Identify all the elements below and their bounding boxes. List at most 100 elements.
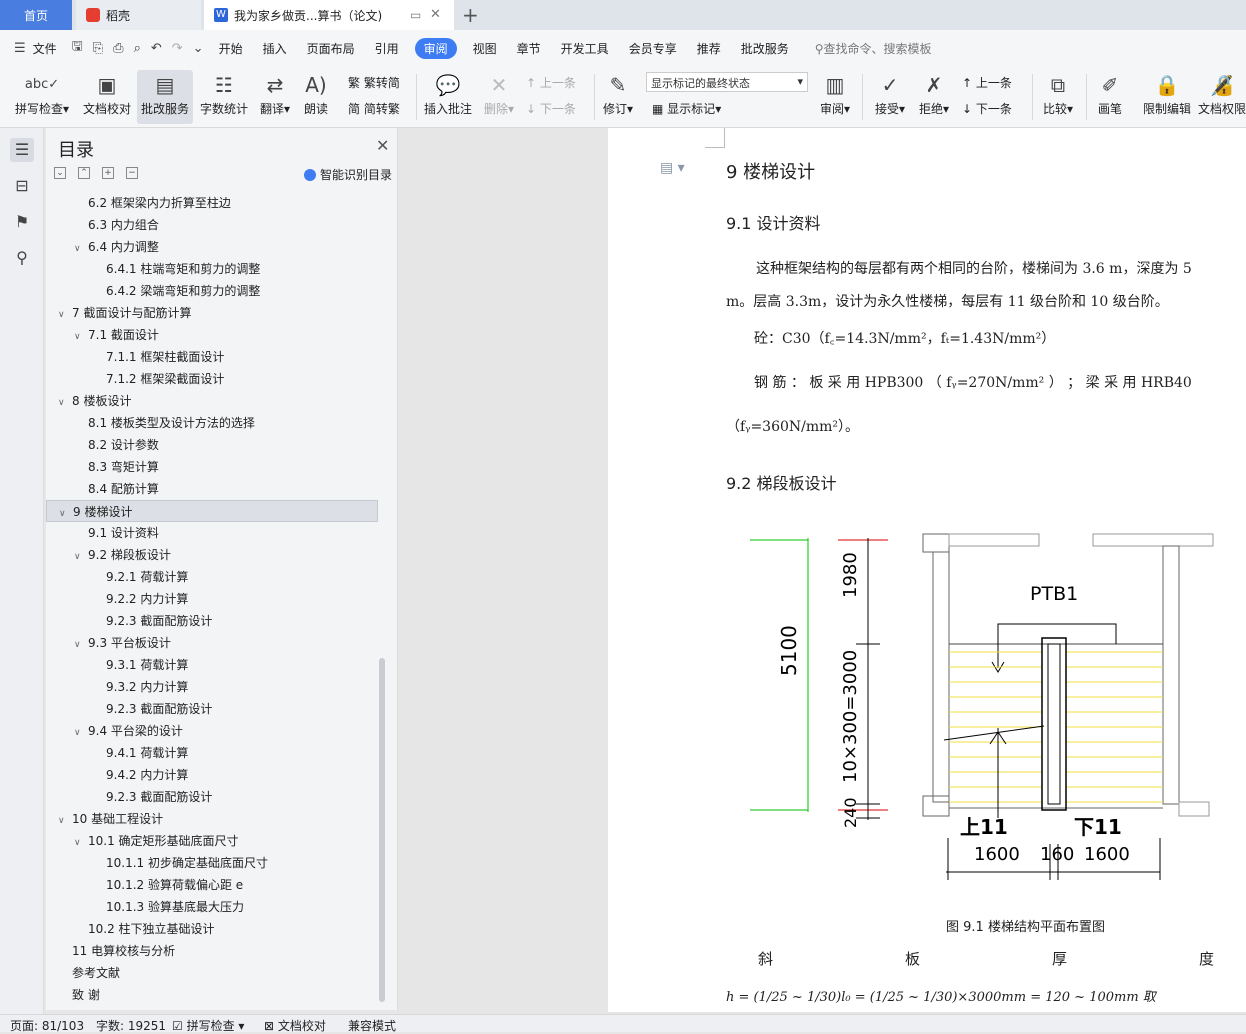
add-heading-icon[interactable]: + — [102, 167, 114, 179]
trad-to-simp-button[interactable]: 繁 繁转简 — [348, 74, 400, 91]
toc-item[interactable]: 11 电算校核与分析 — [46, 940, 378, 962]
chevron-down-icon[interactable]: ∨ — [74, 634, 88, 656]
search-command-input[interactable]: ⚲查找命令、搜索模板 — [799, 40, 942, 57]
toc-item[interactable]: ∨ 9.3 平台板设计 — [46, 632, 378, 654]
toc-item[interactable]: 参考文献 — [46, 962, 378, 984]
smart-toc-button[interactable]: 智能识别目录 — [304, 166, 392, 183]
toc-item[interactable]: ∨ 9.2 梯段板设计 — [46, 544, 378, 566]
show-markup-button[interactable]: ▦ 显示标记▾ — [652, 100, 721, 117]
toc-item[interactable]: ∨ 6.4 内力调整 — [46, 236, 378, 258]
menu-layout[interactable]: 页面布局 — [297, 40, 365, 57]
chevron-down-icon[interactable]: ∨ — [74, 832, 88, 854]
toc-item[interactable]: 8.2 设计参数 — [46, 434, 378, 456]
toc-item[interactable]: 6.3 内力组合 — [46, 214, 378, 236]
toc-item[interactable]: 7.1.1 框架柱截面设计 — [46, 346, 378, 368]
restrict-editing-button[interactable]: 🔒 限制编辑 — [1140, 70, 1194, 117]
document-page[interactable]: ▤ ▾ 9 楼梯设计 9.1 设计资料 这种框架结构的每层都有两个相同的台阶，楼… — [608, 128, 1246, 1012]
accept-button[interactable]: ✓ 接受▾ — [870, 70, 910, 117]
tab-home[interactable]: 首页 — [0, 0, 72, 30]
simp-to-trad-button[interactable]: 简 简转繁 — [348, 100, 400, 117]
bookmark-icon[interactable]: ⚑ — [10, 210, 34, 234]
menu-start[interactable]: 开始 — [209, 40, 253, 57]
menu-reference[interactable]: 引用 — [365, 40, 409, 57]
toc-item[interactable]: 10.2 柱下独立基础设计 — [46, 918, 378, 940]
toc-item[interactable]: 9.4.2 内力计算 — [46, 764, 378, 786]
toc-item[interactable]: ∨ 7.1 截面设计 — [46, 324, 378, 346]
toc-item[interactable]: 9.2.1 荷载计算 — [46, 566, 378, 588]
toc-item[interactable]: 6.2 框架梁内力折算至柱边 — [46, 192, 378, 214]
toc-item[interactable]: 致 谢 — [46, 984, 378, 1006]
word-count[interactable]: 字数: 19251 — [96, 1017, 166, 1034]
menu-correction[interactable]: 批改服务 — [731, 40, 799, 57]
toc-item[interactable]: ∨ 7 截面设计与配筋计算 — [46, 302, 378, 324]
find-icon[interactable]: ⚲ — [10, 246, 34, 270]
toc-item[interactable]: 9.3.1 荷载计算 — [46, 654, 378, 676]
toc-item[interactable]: 10.1.2 验算荷载偏心距 e — [46, 874, 378, 896]
collapse-all-icon[interactable]: ⌄ — [54, 167, 66, 179]
pen-button[interactable]: ✐ 画笔 — [1092, 70, 1128, 117]
hamburger-icon[interactable]: ☰ — [0, 41, 31, 56]
toc-item-selected[interactable]: ∨ 9 楼梯设计 — [46, 500, 378, 522]
translate-button[interactable]: ⇄ 翻译▾ — [256, 70, 294, 117]
more-icon[interactable]: ⌄ — [188, 41, 209, 56]
toc-item[interactable]: 9.2.3 截面配筋设计 — [46, 698, 378, 720]
chevron-down-icon[interactable]: ∨ — [58, 304, 72, 326]
toc-item[interactable]: 6.4.2 梁端弯矩和剪力的调整 — [46, 280, 378, 302]
toc-item[interactable]: 9.2.3 截面配筋设计 — [46, 786, 378, 808]
chevron-down-icon[interactable]: ∨ — [58, 810, 72, 832]
toc-item[interactable]: 9.4.1 荷载计算 — [46, 742, 378, 764]
menu-view[interactable]: 视图 — [463, 40, 507, 57]
toc-item[interactable]: 8.4 配筋计算 — [46, 478, 378, 500]
doc-permission-button[interactable]: 🔏 文档权限 — [1198, 70, 1246, 117]
menu-file[interactable]: 文件 — [31, 40, 67, 57]
read-aloud-button[interactable]: A) 朗读 — [298, 70, 334, 117]
toc-item[interactable]: 7.1.2 框架梁截面设计 — [46, 368, 378, 390]
toc-item[interactable]: 8.1 楼板类型及设计方法的选择 — [46, 412, 378, 434]
menu-member[interactable]: 会员专享 — [619, 40, 687, 57]
new-tab-button[interactable]: + — [462, 3, 479, 27]
menu-recommend[interactable]: 推荐 — [687, 40, 731, 57]
tab-document[interactable]: W 我为家乡做贡...算书（论文) ▭ ✕ — [204, 0, 454, 30]
print-icon[interactable]: ⎙ — [108, 41, 128, 56]
chevron-down-icon[interactable]: ∨ — [58, 392, 72, 414]
menu-insert[interactable]: 插入 — [253, 40, 297, 57]
compare-button[interactable]: ⧉ 比较▾ — [1038, 70, 1078, 117]
chevron-down-icon[interactable]: ∨ — [74, 546, 88, 568]
next-comment-button[interactable]: ↓ 下一条 — [526, 100, 576, 117]
reject-button[interactable]: ✗ 拒绝▾ — [914, 70, 954, 117]
toc-item[interactable]: 10.1.3 验算基底最大压力 — [46, 896, 378, 918]
save-icon[interactable]: 🖫 — [67, 37, 88, 59]
correction-service-button[interactable]: ▤ 批改服务 — [137, 70, 193, 124]
menu-review[interactable]: 审阅 — [414, 37, 457, 59]
track-changes-button[interactable]: ✎ 修订▾ — [600, 70, 636, 117]
toc-item[interactable]: ∨ 9.4 平台梁的设计 — [46, 720, 378, 742]
chevron-down-icon[interactable]: ∨ — [74, 722, 88, 744]
toc-panel-icon[interactable]: ☰ — [10, 138, 34, 162]
redo-icon[interactable]: ↷ — [167, 41, 188, 56]
chevron-down-icon[interactable]: ∨ — [74, 326, 88, 348]
undo-icon[interactable]: ↶ — [146, 41, 167, 56]
toc-item[interactable]: 6.4.1 柱端弯矩和剪力的调整 — [46, 258, 378, 280]
expand-up-icon[interactable]: ⌃ — [78, 167, 90, 179]
prev-change-button[interactable]: ↑ 上一条 — [962, 74, 1012, 91]
page-indicator[interactable]: 页面: 81/103 — [10, 1017, 84, 1034]
toc-item[interactable]: 9.2.2 内力计算 — [46, 588, 378, 610]
status-spell-check[interactable]: ☑ 拼写检查 ▾ — [172, 1017, 244, 1034]
markup-state-select[interactable]: 显示标记的最终状态 ▾ — [646, 72, 808, 92]
close-icon[interactable]: ✕ — [376, 136, 389, 155]
next-change-button[interactable]: ↓ 下一条 — [962, 100, 1012, 117]
close-tab-icon[interactable]: ✕ — [430, 7, 441, 22]
toc-item[interactable]: ∨ 10.1 确定矩形基础底面尺寸 — [46, 830, 378, 852]
chevron-down-icon[interactable]: ∨ — [74, 238, 88, 260]
delete-comment-button[interactable]: ✕ 删除▾ — [480, 70, 518, 117]
review-pane-button[interactable]: ▥ 审阅▾ — [816, 70, 854, 117]
pin-icon[interactable]: ▭ — [410, 8, 421, 22]
paragraph-menu-icon[interactable]: ▤ ▾ — [660, 160, 685, 176]
tab-daoke[interactable]: 稻壳 — [76, 0, 201, 30]
prev-comment-button[interactable]: ↑ 上一条 — [526, 74, 576, 91]
remove-heading-icon[interactable]: − — [126, 167, 138, 179]
toc-scrollbar[interactable] — [379, 658, 385, 1002]
toc-item[interactable]: 9.3.2 内力计算 — [46, 676, 378, 698]
status-doc-proof[interactable]: ⊠ 文档校对 — [264, 1017, 326, 1034]
word-count-button[interactable]: ☷ 字数统计 — [198, 70, 250, 117]
